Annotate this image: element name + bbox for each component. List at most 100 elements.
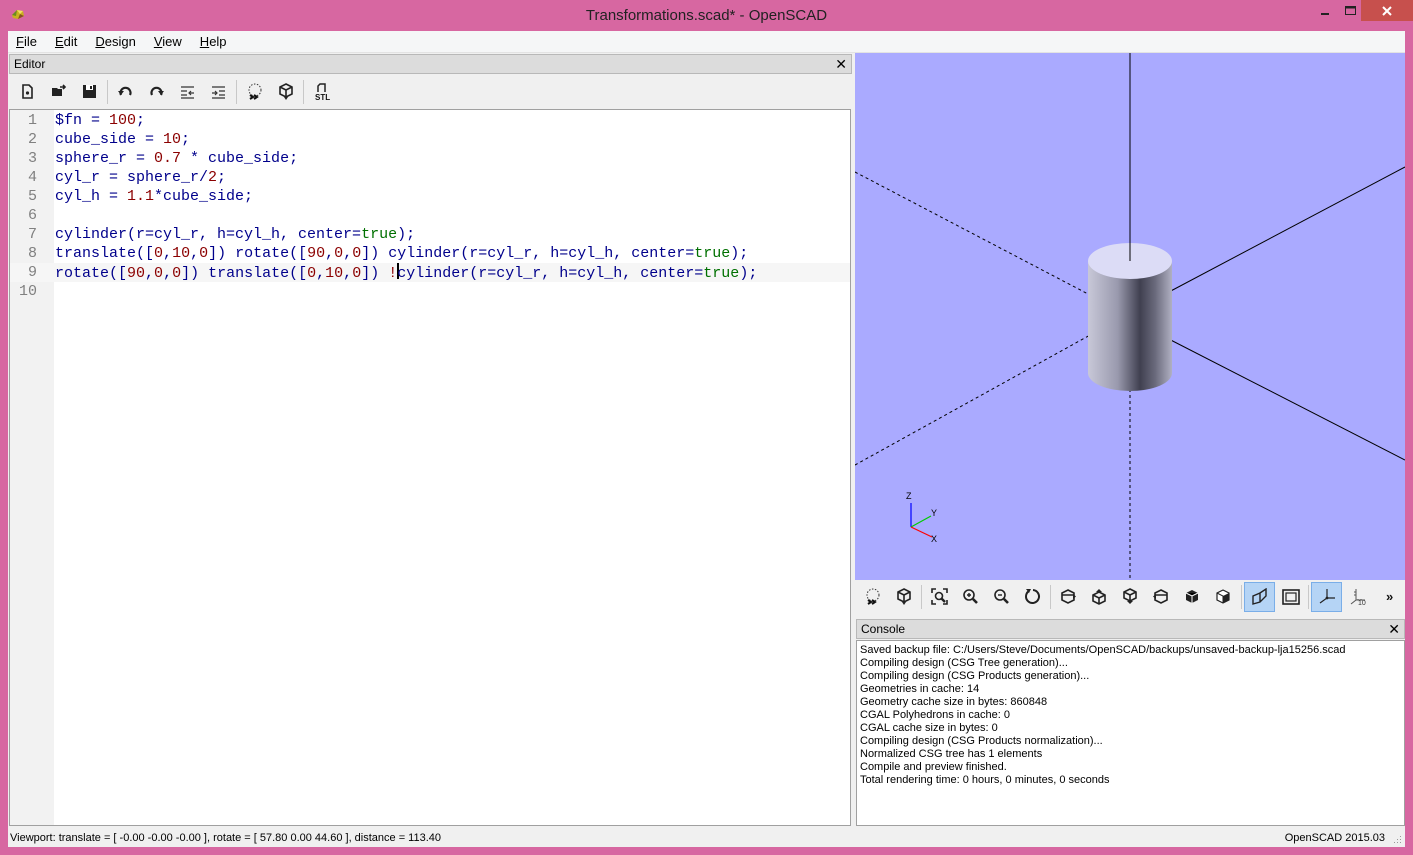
editor-undo-button[interactable] <box>110 77 141 107</box>
preview-icon <box>248 83 261 100</box>
code-token: ]) translate([ <box>181 265 308 282</box>
render-icon <box>278 83 293 100</box>
editor-preview-button[interactable] <box>239 77 270 107</box>
code-line[interactable]: 6 <box>10 206 850 225</box>
svg-text:10: 10 <box>1358 600 1366 606</box>
code-text[interactable]: cyl_r = sphere_r/2; <box>55 168 226 187</box>
menu-mnemonic: D <box>95 34 105 49</box>
view-reset-view-button[interactable] <box>1017 582 1048 612</box>
code-line[interactable]: 3 sphere_r = 0.7 * cube_side; <box>10 149 850 168</box>
render-icon <box>896 588 911 605</box>
editor-save-file-button[interactable] <box>74 77 105 107</box>
editor-close-button[interactable]: ✕ <box>835 56 847 72</box>
toolbar-separator <box>921 585 922 609</box>
view-view-all-button[interactable] <box>924 582 955 612</box>
view-bottom-icon <box>1122 588 1137 604</box>
code-line[interactable]: 4 cyl_r = sphere_r/2; <box>10 168 850 187</box>
code-token: cylinder(r=cyl_r, h=cyl_h, center= <box>55 226 362 243</box>
3d-viewport[interactable]: Z Y X <box>855 53 1405 580</box>
code-token: 10 <box>163 131 182 148</box>
view-render-button[interactable] <box>888 582 919 612</box>
code-line[interactable]: 2 cube_side = 10; <box>10 130 850 149</box>
view-show-axes-button[interactable] <box>1311 582 1342 612</box>
code-text[interactable]: rotate([90,0,0]) translate([0,10,0]) !cy… <box>55 263 757 283</box>
menu-view[interactable]: View <box>146 34 190 49</box>
code-token: 10 <box>325 265 344 282</box>
code-token: 1.1 <box>127 188 155 205</box>
code-text[interactable]: sphere_r = 0.7 * cube_side; <box>55 149 298 168</box>
axes-icon <box>1319 589 1335 604</box>
view-view-right-button[interactable] <box>1053 582 1084 612</box>
console-output[interactable]: Saved backup file: C:/Users/Steve/Docume… <box>856 640 1405 826</box>
new-file-icon <box>21 84 33 99</box>
code-token: , <box>316 265 326 282</box>
code-line[interactable]: 8 translate([0,10,0]) rotate([90,0,0]) cy… <box>10 244 850 263</box>
resize-grip-icon[interactable] <box>1392 834 1402 844</box>
view-zoom-out-button[interactable] <box>986 582 1017 612</box>
code-text[interactable]: cylinder(r=cyl_r, h=cyl_h, center=true); <box>55 225 415 244</box>
console-close-button[interactable]: ✕ <box>1388 621 1400 637</box>
code-line[interactable]: 5 cyl_h = 1.1*cube_side; <box>10 187 850 206</box>
view-zoom-in-button[interactable] <box>955 582 986 612</box>
code-text[interactable]: translate([0,10,0]) rotate([90,0,0]) cyl… <box>55 244 748 263</box>
menu-bar: File Edit Design View Help <box>8 31 1405 53</box>
editor-new-file-button[interactable] <box>12 77 43 107</box>
editor-unindent-button[interactable] <box>172 77 203 107</box>
code-token: ); <box>739 265 758 282</box>
view-view-top-button[interactable] <box>1084 582 1115 612</box>
code-token: 0.7 <box>154 150 182 167</box>
view-view-back-button[interactable] <box>1208 582 1239 612</box>
editor-open-file-button[interactable] <box>43 77 74 107</box>
undo-icon <box>117 86 132 96</box>
editor-redo-button[interactable] <box>141 77 172 107</box>
axis-label-y: Y <box>931 508 937 518</box>
maximize-button[interactable] <box>1338 0 1362 21</box>
code-editor[interactable]: 1 $fn = 100; 2 cube_side = 10; 3 sphere_r = 0… <box>9 109 851 826</box>
code-line[interactable]: 9 rotate([90,0,0]) translate([0,10,0]) !c… <box>10 263 850 282</box>
view-view-front-button[interactable] <box>1177 582 1208 612</box>
code-line[interactable]: 10 <box>10 282 850 301</box>
menu-edit[interactable]: Edit <box>47 34 85 49</box>
code-token: true <box>361 226 398 243</box>
console-line: Saved backup file: C:/Users/Steve/Docume… <box>860 644 1346 656</box>
view-show-scale-markers-button[interactable]: 10 <box>1342 582 1373 612</box>
line-number: 7 <box>27 226 37 243</box>
view-preview-button[interactable] <box>857 582 888 612</box>
code-text[interactable]: cube_side = 10; <box>55 130 190 149</box>
code-token: 0 <box>154 245 164 262</box>
view-orthogonal-button[interactable] <box>1275 582 1306 612</box>
menu-mnemonic: F <box>16 34 24 49</box>
code-token: cube_side = <box>55 131 164 148</box>
editor-render-button[interactable] <box>270 77 301 107</box>
minimize-button[interactable] <box>1312 0 1338 21</box>
code-text[interactable]: cyl_h = 1.1*cube_side; <box>55 187 253 206</box>
view-toolbar: 10 » <box>857 580 1405 614</box>
menu-help[interactable]: Help <box>192 34 235 49</box>
view-view-left-button[interactable] <box>1146 582 1177 612</box>
viewport-canvas[interactable]: Z Y X <box>855 53 1405 580</box>
maximize-icon <box>1344 5 1356 15</box>
code-token: cylinder(r=cyl_r, h=cyl_h, center= <box>397 265 704 282</box>
code-token: ; <box>136 112 146 129</box>
editor-indent-button[interactable] <box>203 77 234 107</box>
code-text[interactable]: $fn = 100; <box>55 111 145 130</box>
view-more-button[interactable]: » <box>1381 582 1403 612</box>
view-perspective-button[interactable] <box>1244 582 1275 612</box>
menu-design[interactable]: Design <box>87 34 143 49</box>
cylinder-model[interactable] <box>1088 243 1172 391</box>
editor-toolbar: STL <box>12 76 337 108</box>
console-line: Geometry cache size in bytes: 860848 <box>860 696 1048 708</box>
editor-export-stl-button[interactable]: STL <box>306 77 337 107</box>
close-button[interactable] <box>1361 0 1413 21</box>
reset-view-icon <box>1024 589 1040 604</box>
code-line[interactable]: 1 $fn = 100; <box>10 111 850 130</box>
code-token: 0 <box>352 245 362 262</box>
code-lines[interactable]: 1 $fn = 100; 2 cube_side = 10; 3 sphere_r = 0… <box>10 110 850 301</box>
axis-x-negative <box>855 171 1091 296</box>
toolbar-separator <box>236 80 237 104</box>
code-line[interactable]: 7 cylinder(r=cyl_r, h=cyl_h, center=true)… <box>10 225 850 244</box>
toolbar-separator <box>107 80 108 104</box>
menu-file[interactable]: File <box>8 34 45 49</box>
view-view-bottom-button[interactable] <box>1115 582 1146 612</box>
toolbar-separator <box>1308 585 1309 609</box>
